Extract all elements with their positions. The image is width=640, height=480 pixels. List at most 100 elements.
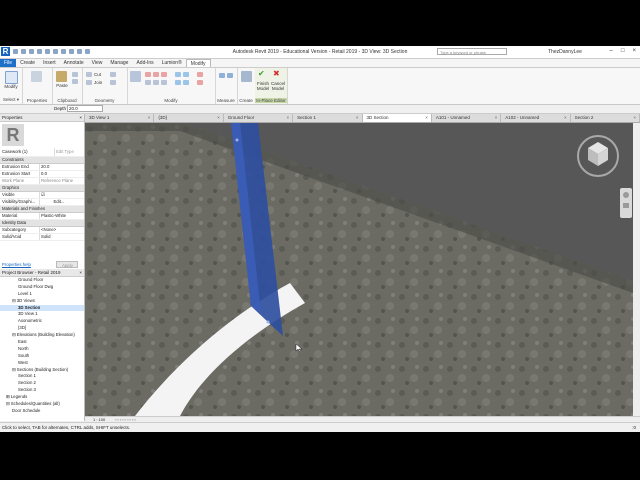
browser-item[interactable]: ⊟ 3D Views — [0, 298, 84, 305]
browser-item[interactable]: ⊞ Legends — [0, 394, 84, 401]
zoom-icon[interactable] — [623, 203, 629, 208]
extrusion-start-value[interactable]: 0.0 — [39, 171, 77, 177]
trim-icon[interactable] — [175, 72, 181, 77]
browser-item[interactable]: Section 1 — [0, 373, 84, 380]
close-browser-icon[interactable]: × — [79, 269, 82, 276]
browser-item[interactable]: Ground Floor Dwg — [0, 284, 84, 291]
join-icon[interactable] — [86, 80, 92, 85]
browser-item[interactable]: ⊟ Sections (Building Section) — [0, 367, 84, 374]
edit-type-button[interactable]: Edit Type — [54, 148, 80, 156]
browser-item[interactable]: Ground Floor — [0, 277, 84, 284]
view-tab[interactable]: {3D} × — [154, 114, 224, 122]
close-tab-icon[interactable]: × — [633, 114, 636, 122]
measure-tool-icon[interactable] — [219, 73, 225, 78]
pin-icon[interactable] — [197, 72, 203, 77]
properties-icon[interactable] — [31, 71, 42, 82]
subcategory-value[interactable]: <None> — [39, 227, 77, 233]
view-tab[interactable]: 3D View 1 × — [85, 114, 155, 122]
material-value[interactable]: Plastic-White — [39, 213, 77, 219]
search-input[interactable]: Type a keyword or phrase — [437, 48, 507, 55]
browser-item[interactable]: ⊟ Elevations (Building Elevation) — [0, 332, 84, 339]
type-filter[interactable]: Casework (1) — [2, 149, 28, 154]
offset-icon[interactable] — [145, 72, 151, 77]
view-tab[interactable]: A102 - Unnamed × — [501, 114, 571, 122]
rotate-icon[interactable] — [161, 80, 167, 85]
cancel-model-label[interactable]: Cancel Model — [270, 81, 286, 91]
browser-item[interactable]: Section 2 — [0, 380, 84, 387]
copy-element-icon[interactable] — [153, 80, 159, 85]
minimize-icon[interactable]: – — [610, 48, 613, 54]
paste-icon[interactable] — [56, 71, 67, 82]
create-similar-icon[interactable] — [241, 71, 252, 82]
shape-handle[interactable] — [266, 320, 270, 324]
depth-input[interactable]: 20.0 — [67, 105, 103, 112]
visible-checkbox[interactable]: ☑ — [39, 192, 77, 198]
ribbon-tab-view[interactable]: View — [88, 59, 107, 67]
ribbon-tab-insert[interactable]: Insert — [39, 59, 60, 67]
vertical-scrollbar[interactable] — [633, 123, 640, 416]
extrusion-end-value[interactable]: 20.0 — [39, 164, 77, 170]
browser-item[interactable]: 3D View 1 — [0, 311, 84, 318]
close-icon[interactable]: × — [632, 48, 636, 54]
cut-label[interactable]: Cut — [94, 72, 101, 77]
shape-handle[interactable] — [235, 138, 239, 142]
close-properties-icon[interactable]: × — [79, 114, 82, 121]
cancel-model-icon[interactable]: ✖ — [273, 69, 280, 78]
move-icon[interactable] — [145, 80, 151, 85]
browser-item[interactable]: {3D} — [0, 325, 84, 332]
browser-item[interactable]: South — [0, 353, 84, 360]
split-icon[interactable] — [183, 72, 189, 77]
graphics-section[interactable]: Graphics — [0, 185, 84, 192]
browser-item[interactable]: Axonometric — [0, 318, 84, 325]
finish-model-icon[interactable]: ✔ — [258, 69, 265, 78]
visibility-edit-button[interactable]: Edit... — [39, 199, 77, 205]
3d-scene[interactable] — [85, 123, 633, 416]
3d-viewport[interactable] — [85, 123, 633, 416]
cut-icon[interactable] — [86, 72, 92, 77]
array-icon[interactable] — [175, 80, 181, 85]
steering-wheel-icon[interactable] — [623, 192, 629, 198]
view-tab[interactable]: A101 - Unnamed × — [432, 114, 502, 122]
copy-icon[interactable] — [72, 72, 78, 77]
view-tab[interactable]: 3D Section × — [362, 114, 432, 122]
geometry-tool-icon[interactable] — [110, 72, 116, 77]
maximize-icon[interactable]: □ — [621, 48, 625, 54]
browser-item[interactable]: Level 1 — [0, 291, 84, 298]
view-tab[interactable]: Ground Floor × — [224, 114, 294, 122]
close-tab-icon[interactable]: × — [495, 114, 498, 122]
delete-icon[interactable] — [197, 80, 203, 85]
solid-void-value[interactable]: Solid — [39, 234, 77, 240]
scale-icon[interactable] — [183, 80, 189, 85]
mirror-axis-icon[interactable] — [153, 72, 159, 77]
geometry-tool-icon[interactable] — [110, 80, 116, 85]
close-tab-icon[interactable]: × — [148, 114, 151, 122]
constraints-section[interactable]: Constraints — [0, 157, 84, 164]
view-tab[interactable]: Section 1 × — [293, 114, 363, 122]
close-tab-icon[interactable]: × — [286, 114, 289, 122]
browser-item[interactable]: North — [0, 346, 84, 353]
mirror-draw-icon[interactable] — [161, 72, 167, 77]
ribbon-tab-manage[interactable]: Manage — [106, 59, 132, 67]
properties-help-link[interactable]: Properties help — [2, 262, 31, 267]
ribbon-tab-file[interactable]: File — [0, 59, 17, 67]
close-tab-icon[interactable]: × — [564, 114, 567, 122]
apply-button[interactable]: Apply — [56, 261, 78, 268]
user-name[interactable]: ThezDannyLee — [548, 49, 582, 55]
close-tab-icon[interactable]: × — [425, 114, 428, 122]
ribbon-tab-add-ins[interactable]: Add-Ins — [132, 59, 157, 67]
ribbon-tab-create[interactable]: Create — [16, 59, 39, 67]
browser-item[interactable]: West — [0, 360, 84, 367]
ribbon-tab-modify[interactable]: Modify — [185, 59, 211, 67]
dimension-icon[interactable] — [227, 73, 233, 78]
view-tab[interactable]: Section 2 × — [571, 114, 640, 122]
browser-item[interactable]: Door Schedule — [0, 408, 84, 415]
identity-section[interactable]: Identity Data — [0, 220, 84, 227]
select-group-label[interactable]: Select ▾ — [0, 97, 22, 103]
browser-item[interactable]: ⊟ Schedules/Quantities (all) — [0, 401, 84, 408]
ribbon-tab-annotate[interactable]: Annotate — [60, 59, 88, 67]
modify-tool-icon[interactable] — [5, 71, 18, 84]
join-label[interactable]: Join — [94, 80, 102, 85]
finish-model-label[interactable]: Finish Model — [255, 81, 271, 91]
browser-item[interactable]: Section 3 — [0, 387, 84, 394]
browser-item[interactable]: 3D Section — [0, 304, 84, 312]
